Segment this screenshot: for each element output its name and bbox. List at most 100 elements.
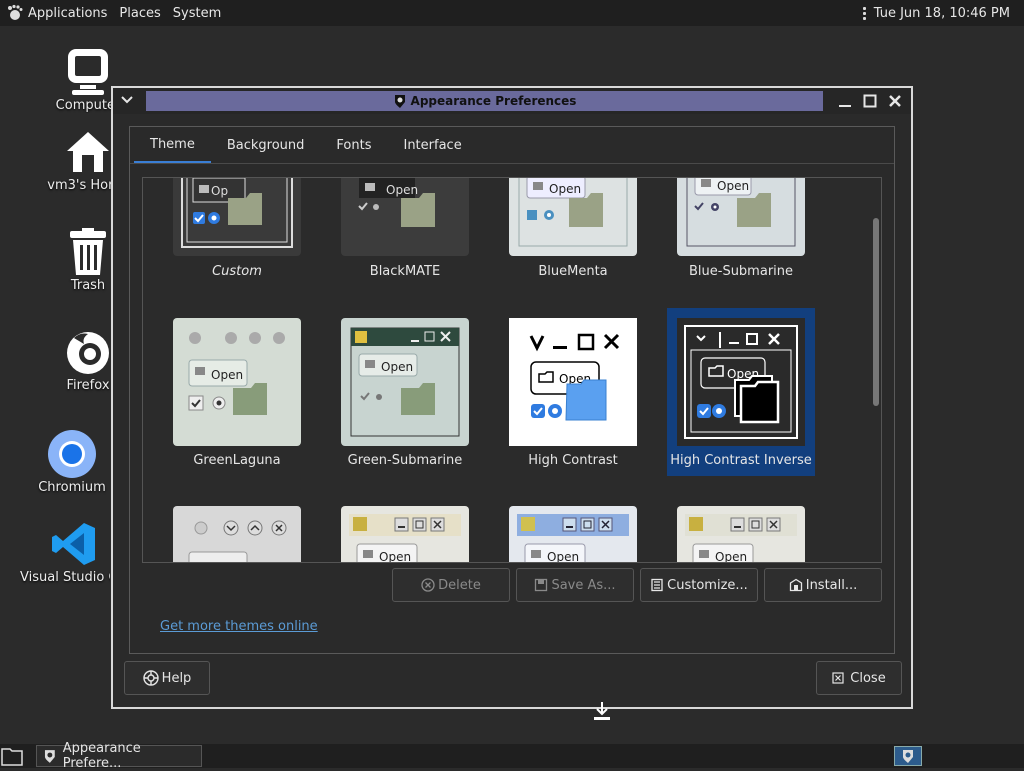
save-as-label: Save As... — [551, 577, 616, 593]
theme-name: Green-Submarine — [347, 453, 463, 468]
taskbar-item-appearance[interactable]: Appearance Prefere... — [36, 741, 202, 771]
theme-preview: Open — [341, 178, 469, 256]
chevron-down-icon — [121, 96, 133, 104]
top-panel: Applications Places System Tue Jun 18, 1… — [0, 0, 1024, 26]
tab-divider — [130, 163, 894, 164]
places-label: Places — [119, 5, 161, 21]
maximize-icon — [863, 94, 877, 108]
install-button[interactable]: Install... — [764, 568, 882, 602]
tab-fonts[interactable]: Fonts — [320, 127, 387, 163]
maximize-button[interactable] — [861, 92, 879, 110]
svg-text:Op: Op — [211, 184, 228, 198]
save-as-button[interactable]: Save As... — [516, 568, 634, 602]
theme-name: BlackMATE — [369, 264, 441, 279]
customize-icon — [651, 578, 663, 592]
theme-item-row3-2[interactable]: Open — [331, 496, 479, 563]
firefox-icon — [67, 332, 109, 374]
system-menu[interactable]: System — [167, 0, 227, 26]
preferences-notebook: Theme Background Fonts Interface Op Cust… — [129, 126, 895, 654]
delete-label: Delete — [438, 577, 481, 593]
tab-theme[interactable]: Theme — [134, 127, 211, 163]
theme-preview — [173, 506, 301, 562]
close-icon — [832, 672, 844, 684]
window-title: Appearance Preferences — [146, 91, 823, 111]
thumb-text: Open — [211, 368, 243, 382]
theme-preview: Open — [509, 318, 637, 446]
tab-interface[interactable]: Interface — [387, 127, 477, 163]
tab-label: Background — [226, 137, 305, 153]
thumb-text: Open — [379, 550, 411, 563]
tab-label: Theme — [150, 136, 195, 152]
help-icon — [142, 670, 159, 686]
theme-name: Blue-Submarine — [688, 264, 794, 279]
theme-preview: Open — [677, 178, 805, 256]
places-menu[interactable]: Places — [113, 0, 166, 26]
clock[interactable]: Tue Jun 18, 10:46 PM — [862, 5, 1024, 21]
theme-item-custom[interactable]: Op Custom — [163, 178, 311, 288]
theme-list-scrollbar[interactable] — [873, 218, 879, 406]
window-menu-button[interactable] — [119, 92, 135, 108]
clock-label: Tue Jun 18, 10:46 PM — [873, 5, 1010, 21]
applications-label: Applications — [28, 5, 108, 21]
theme-item-high-contrast[interactable]: Open High Contrast — [499, 308, 647, 476]
theme-item-high-contrast-inverse[interactable]: Open High Contrast Inverse — [667, 308, 815, 476]
thumb-text: Open — [381, 360, 413, 374]
close-icon — [889, 95, 901, 107]
install-label: Install... — [805, 577, 858, 593]
theme-item-blue-submarine[interactable]: Open Blue-Submarine — [667, 178, 815, 288]
show-desktop-icon[interactable] — [1, 746, 23, 766]
kebab-menu-icon[interactable] — [862, 6, 866, 20]
theme-name: GreenLaguna — [193, 453, 281, 468]
theme-item-green-submarine[interactable]: Open Green-Submarine — [331, 308, 479, 476]
theme-preview: Open — [341, 506, 469, 563]
gnome-foot-icon — [8, 4, 23, 20]
appearance-icon — [394, 95, 405, 108]
close-window-button[interactable] — [886, 92, 904, 110]
workspace-switcher[interactable] — [894, 746, 922, 766]
theme-name: High Contrast — [528, 453, 618, 468]
theme-name: Custom — [212, 264, 262, 279]
theme-item-blackmate[interactable]: Open BlackMATE — [331, 178, 479, 288]
theme-item-greenlaguna[interactable]: Open GreenLaguna — [163, 308, 311, 476]
desktop-icon-vscode[interactable]: Visual Studio Code — [20, 518, 124, 585]
theme-item-bluementa[interactable]: Open BlueMenta — [499, 178, 647, 288]
desktop-icon-label: Visual Studio Code — [20, 570, 110, 585]
theme-preview: Open — [677, 506, 805, 563]
tab-label: Fonts — [336, 137, 372, 153]
help-button[interactable]: Help — [124, 661, 210, 695]
close-label: Close — [850, 670, 886, 686]
chromium-icon — [48, 430, 96, 478]
theme-item-row3-3[interactable]: Open — [499, 496, 647, 562]
theme-preview: Open — [341, 318, 469, 446]
theme-preview: Open — [509, 506, 637, 562]
get-more-themes-link[interactable]: Get more themes online — [160, 619, 318, 634]
theme-preview: Op — [173, 178, 301, 256]
theme-name: High Contrast Inverse — [670, 453, 812, 468]
bottom-panel: Appearance Prefere... — [0, 741, 1024, 771]
applications-menu[interactable]: Applications — [0, 0, 113, 26]
theme-preview: Open — [509, 178, 637, 256]
minimize-button[interactable] — [836, 92, 854, 110]
appearance-icon — [903, 750, 913, 763]
thumb-text: Open — [386, 183, 418, 197]
appearance-preferences-window: Appearance Preferences Theme Background … — [111, 86, 913, 709]
tab-bar: Theme Background Fonts Interface — [134, 127, 478, 163]
delete-icon — [421, 578, 435, 592]
theme-list[interactable]: Op Custom Open BlackMATE Open BlueMenta … — [142, 177, 882, 563]
theme-preview: Open — [173, 318, 301, 446]
close-button[interactable]: Close — [816, 661, 902, 695]
tab-background[interactable]: Background — [211, 127, 321, 163]
title-bar[interactable]: Appearance Preferences — [113, 88, 911, 114]
delete-button[interactable]: Delete — [392, 568, 510, 602]
window-title-label: Appearance Preferences — [410, 94, 577, 108]
thumb-text: Open — [715, 550, 747, 563]
taskbar-item-label: Appearance Prefere... — [62, 741, 141, 771]
download-cursor-icon — [594, 702, 610, 720]
desktop-icon-chromium[interactable]: Chromium — [22, 428, 122, 495]
desktop-icon-label: Chromium — [38, 480, 106, 495]
save-icon — [535, 578, 548, 592]
thumb-text: Open — [549, 182, 581, 196]
theme-item-row3-4[interactable]: Open — [667, 496, 815, 563]
theme-item-row3-1[interactable] — [163, 496, 311, 562]
customize-button[interactable]: Customize... — [640, 568, 758, 602]
